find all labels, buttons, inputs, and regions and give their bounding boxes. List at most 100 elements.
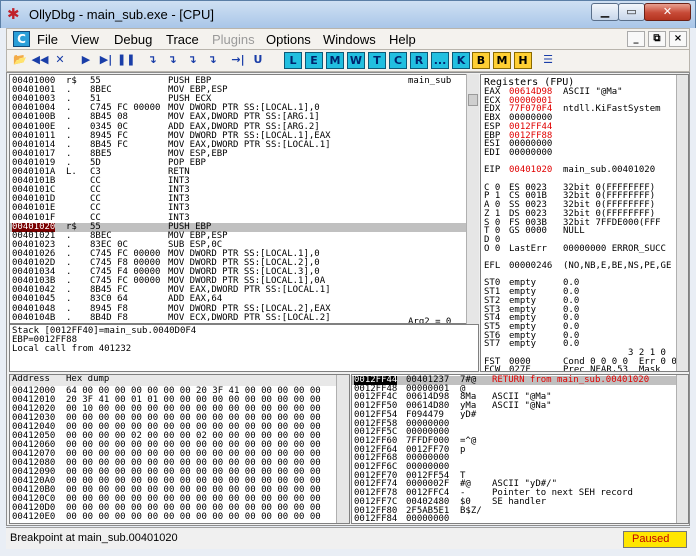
disasm-row[interactable]: 0040101A L. C3 RETN [10, 168, 466, 177]
disasm-instr: MOV ECX,DWORD PTR SS:[LOCAL.2] [168, 312, 331, 323]
register-name: FCW [484, 365, 501, 372]
stack-row[interactable]: 0012FF64 0012FF70 p [352, 445, 688, 455]
stack-row[interactable]: 0012FF60 7FFDF000 =^@ [352, 436, 688, 446]
registers-pane[interactable]: Registers (FPU) EAX 00614D98 ASCII "@Ma" ECX… [480, 74, 689, 372]
step-to-return-icon[interactable]: ▶| [97, 52, 115, 69]
register-row[interactable]: T 0 GS 0000 NULL [481, 226, 688, 237]
dump-pane[interactable]: Address Hex dump 00412000 64 00 00 00 00 00… [9, 374, 350, 524]
stack-row[interactable]: 0012FF6C 00000000 [352, 463, 688, 472]
register-row[interactable]: EFL 00000246 (NO,NB,E,BE,NS,PE,GE [481, 261, 688, 271]
run-icon[interactable]: ▶ [77, 52, 95, 69]
stack-row[interactable]: 0012FF58 00000000 [352, 419, 688, 429]
register-comment: NULL [563, 226, 585, 237]
execute-till-return-icon[interactable]: →| [229, 52, 247, 69]
register-comment: 00000000 ERROR_SUCC [563, 243, 666, 254]
open-icon[interactable]: 📂 [11, 52, 29, 69]
register-comment: ASCII "@Ma" [563, 87, 623, 97]
disassembly-pane[interactable]: 00401000 r$ 55 PUSH EBP main_sub 00401001. 8BE… [9, 74, 467, 324]
stack-ascii: B$Z/ [460, 505, 482, 516]
toolbar-t-button[interactable]: T [368, 52, 386, 69]
disasm-row[interactable]: 0040101C CC INT3 [10, 186, 466, 195]
bug-icon: ✱ [7, 5, 20, 23]
stack-address: 0012FF84 [354, 514, 398, 524]
menu-plugins[interactable]: Plugins [212, 32, 255, 47]
disasm-row[interactable]: 00401014. 8B45 FC MOV EAX,DWORD PTR SS:[LO… [10, 140, 466, 150]
disasm-row[interactable]: 00401021. 8BEC MOV EBP,ESP [10, 231, 466, 241]
register-name: O 0 [484, 243, 501, 254]
stack-pane[interactable]: 0012FF44 00401237 7#@ RETURN from main_sub.… [351, 374, 689, 524]
toolbar-m-button[interactable]: M [493, 52, 511, 69]
pause-icon[interactable]: ❚❚ [117, 52, 135, 69]
menu-file[interactable]: File [37, 32, 58, 47]
info-line: Local call from 401232 [12, 344, 132, 354]
stack-row[interactable]: 0012FF54 F094479 yD# [352, 409, 688, 420]
stack-row[interactable]: 0012FF68 00000000 [352, 454, 688, 463]
toolbar-c-button[interactable]: C [389, 52, 407, 69]
toolbar-w-button[interactable]: W [347, 52, 365, 69]
registers-scrollbar[interactable] [676, 75, 688, 371]
disasm-row[interactable]: 00401019. 5D POP EBP [10, 158, 466, 168]
step-over-icon[interactable]: ↴ [163, 52, 181, 69]
disasm-row[interactable]: 00401020 r$ 55 PUSH EBP [10, 222, 466, 232]
register-comment: (NO,NB,E,BE,NS,PE,GE [563, 261, 672, 271]
register-row[interactable]: O 0 LastErr 00000000 ERROR_SUCC [481, 243, 688, 254]
disasm-row[interactable]: 00401017. 8BE5 MOV ESP,EBP [10, 149, 466, 159]
toolbar-h-button[interactable]: H [514, 52, 532, 69]
menu-trace[interactable]: Trace [166, 32, 199, 47]
disasm-row[interactable]: 00401001. 8BEC MOV EBP,ESP [10, 86, 466, 95]
cpu-window-icon[interactable]: C [13, 31, 30, 47]
disasm-row[interactable]: 0040101E CC INT3 [10, 204, 466, 213]
toolbar-m-button[interactable]: M [326, 52, 344, 69]
register-row[interactable]: EIP 00401020 main_sub.00401020 [481, 166, 688, 175]
dump-hex: 00 00 00 00 00 00 00 00 00 00 00 00 00 0… [66, 512, 321, 522]
menu-view[interactable]: View [71, 32, 99, 47]
mdi-minimize-button[interactable]: _ [627, 31, 645, 47]
menu-windows[interactable]: Windows [323, 32, 376, 47]
toolbar-dots-button[interactable]: ... [431, 52, 449, 69]
dump-scrollbar[interactable] [336, 375, 349, 523]
stack-row[interactable]: 0012FF84 00000000 [352, 514, 688, 524]
maximize-button[interactable]: ▭ [618, 3, 645, 21]
toolbar-l-button[interactable]: L [284, 52, 302, 69]
stack-row[interactable]: 0012FF7C 00402480 $0 SE handler [352, 496, 688, 507]
restart-icon[interactable]: ◀◀ [31, 52, 49, 69]
stack-scrollbar[interactable] [676, 375, 688, 523]
disasm-row[interactable]: 0040101B CC INT3 [10, 177, 466, 186]
disasm-row[interactable]: 00401000 r$ 55 PUSH EBP main_sub [10, 77, 466, 86]
menu-options[interactable]: Options [266, 32, 311, 47]
disasm-row[interactable]: 0040104B. 8B4D F8 MOV ECX,DWORD PTR SS:[LO… [10, 312, 466, 323]
trace-into-icon[interactable]: ↴ [183, 52, 201, 69]
menu-debug[interactable]: Debug [114, 32, 152, 47]
minimize-button[interactable]: ▁ [591, 3, 619, 21]
stack-row[interactable]: 0012FF80 2F5AB5E1 B$Z/ [352, 505, 688, 516]
stack-row[interactable]: 0012FF44 00401237 7#@ RETURN from main_sub.… [352, 376, 688, 385]
mdi-restore-button[interactable]: ⧉ [648, 31, 666, 47]
toolbar-e-button[interactable]: E [305, 52, 323, 69]
disasm-row[interactable]: 0040101F CC INT3 [10, 213, 466, 223]
toolbar-r-button[interactable]: R [410, 52, 428, 69]
stack-row[interactable]: 0012FF50 00614D80 yMa ASCII "@Na" [352, 402, 688, 411]
user-code-icon[interactable]: U [249, 52, 267, 69]
mdi-close-button[interactable]: × [669, 31, 687, 47]
stack-ascii: yD# [460, 409, 477, 420]
list-icon[interactable]: ☰ [539, 52, 557, 69]
dump-row[interactable]: 004120E0 00 00 00 00 00 00 00 00 00 00 00… [10, 512, 349, 522]
toolbar-k-button[interactable]: K [452, 52, 470, 69]
register-value: 00000000 [509, 147, 553, 158]
register-value: GS 0000 [509, 226, 547, 237]
close-icon[interactable]: ✕ [51, 52, 69, 69]
toolbar: 📂 ◀◀ ✕ ▶ ▶| ❚❚ ↴ ↴ ↴ ↴ →| U L E M W T C R... K B M H ☰ [6, 50, 690, 72]
close-button[interactable]: ✕ [644, 3, 691, 21]
stack-row[interactable]: 0012FF5C 00000000 [352, 428, 688, 437]
register-row[interactable]: FCW 027F Prec NEAR,53 Mask [481, 365, 688, 372]
toolbar-b-button[interactable]: B [472, 52, 490, 69]
stack-value: 00000000 [406, 514, 450, 524]
menu-help[interactable]: Help [389, 32, 416, 47]
register-row[interactable]: EDI 00000000 [481, 147, 688, 158]
stack-comment: SE handler [492, 496, 547, 507]
trace-over-icon[interactable]: ↴ [203, 52, 221, 69]
disassembly-scrollbar[interactable] [466, 74, 479, 324]
step-into-icon[interactable]: ↴ [143, 52, 161, 69]
disasm-row[interactable]: 0040101D CC INT3 [10, 195, 466, 204]
disasm-row[interactable]: 00401042. 8B45 FC MOV EAX,DWORD PTR SS:[LO… [10, 286, 466, 295]
